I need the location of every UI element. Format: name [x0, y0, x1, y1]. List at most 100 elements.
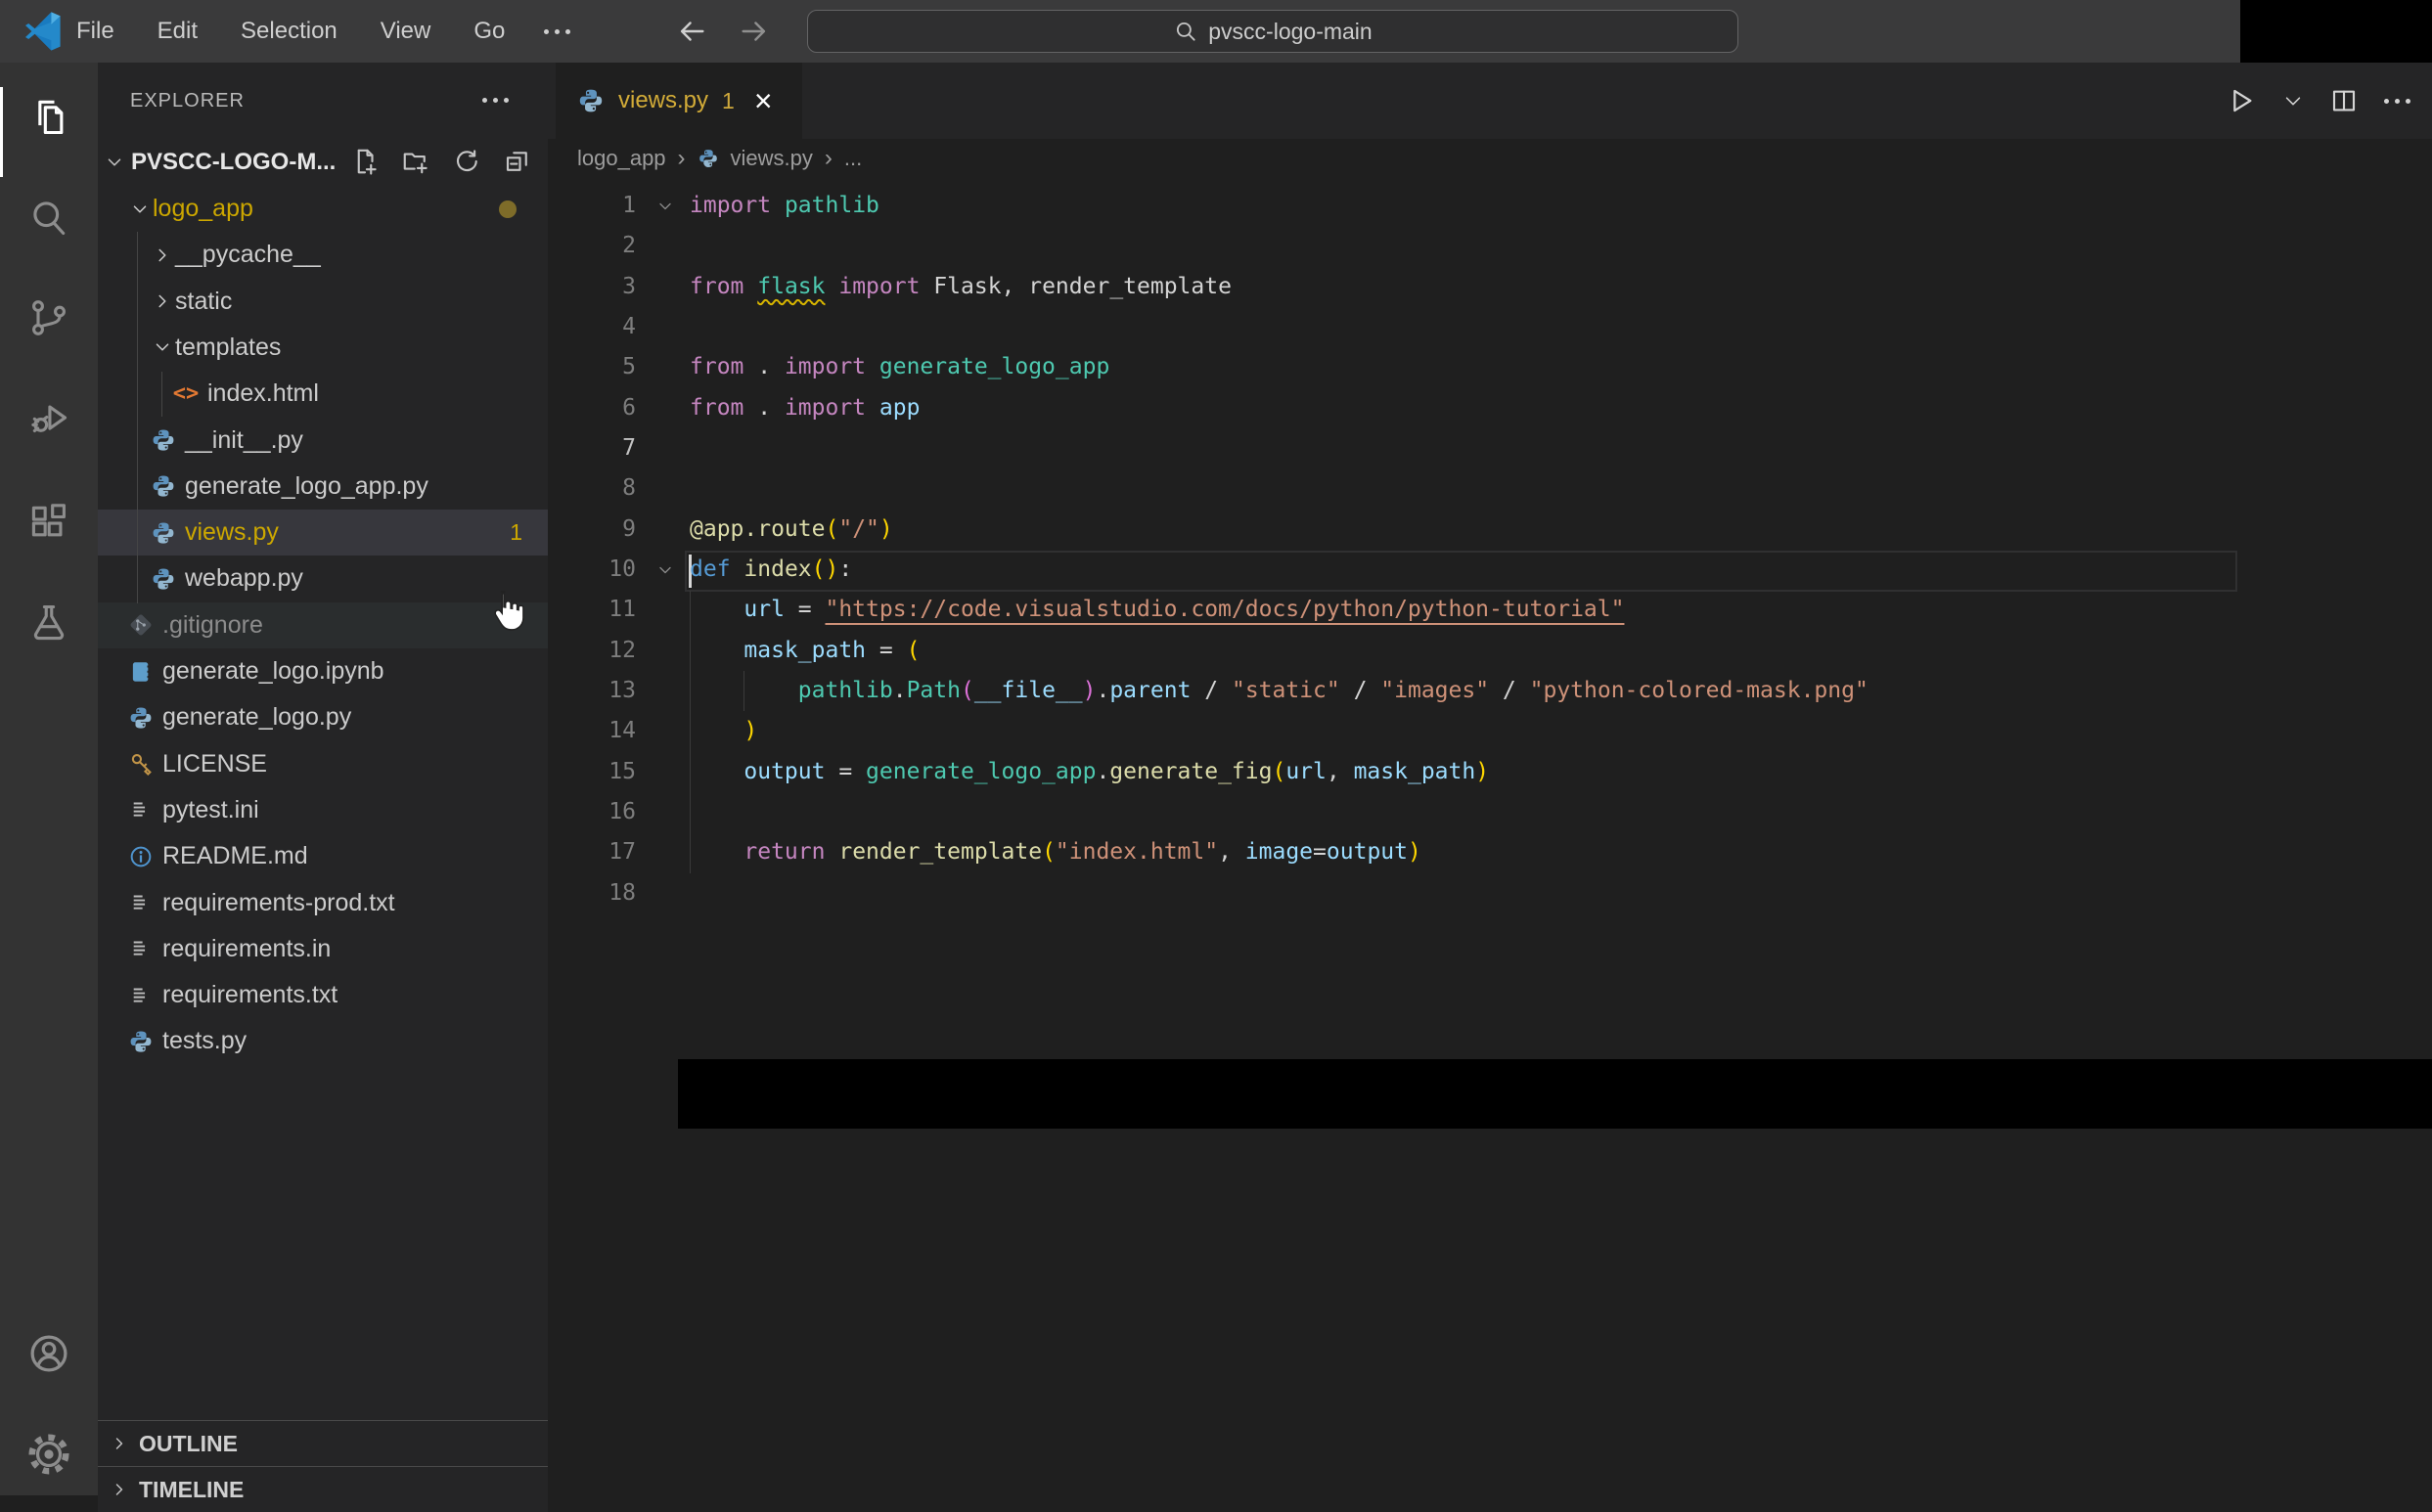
tree-indent-guide	[161, 372, 162, 417]
line-number: 1	[622, 193, 636, 218]
tree-folder-__pycache__[interactable]: __pycache__	[98, 232, 548, 278]
tree-file-index.html[interactable]: <> index.html	[98, 371, 548, 417]
breadcrumb-item[interactable]: ...	[844, 146, 862, 171]
forward-arrow-button[interactable]	[738, 15, 771, 48]
tree-file-requirements.in[interactable]: requirements.in	[98, 926, 548, 972]
tree-file-LICENSE[interactable]: LICENSE	[98, 741, 548, 787]
code-text: import pathlib	[690, 193, 879, 218]
line-number: 16	[608, 799, 636, 825]
split-editor-icon[interactable]	[2329, 86, 2359, 115]
vscode-logo-icon	[25, 12, 61, 51]
code-line-8[interactable]: 8	[548, 468, 2432, 509]
explorer-icon[interactable]	[0, 69, 98, 163]
run-python-file-icon[interactable]	[2226, 85, 2257, 116]
tab-close-icon[interactable]: ×	[754, 85, 773, 116]
tree-folder-templates[interactable]: templates	[98, 325, 548, 371]
menu-file[interactable]: File	[65, 14, 126, 49]
menu-go[interactable]: Go	[462, 14, 517, 49]
code-line-6[interactable]: 6 from . import app	[548, 388, 2432, 428]
code-line-17[interactable]: 17 return render_template("index.html", …	[548, 832, 2432, 872]
search-view-icon[interactable]	[0, 170, 98, 264]
code-line-16[interactable]: 16	[548, 792, 2432, 832]
tree-file-README.md[interactable]: README.md	[98, 833, 548, 879]
run-dropdown-chevron-icon[interactable]	[2282, 90, 2304, 111]
fold-chevron-icon[interactable]	[646, 186, 685, 226]
info-file-icon	[127, 843, 155, 870]
code-line-10[interactable]: 10 def index():	[548, 550, 2432, 590]
tree-file-.gitignore[interactable]: .gitignore	[98, 601, 548, 648]
account-icon[interactable]	[0, 1307, 98, 1401]
code-line-1[interactable]: 1 import pathlib	[548, 186, 2432, 226]
tree-file-generate_logo.py[interactable]: generate_logo.py	[98, 694, 548, 740]
source-control-icon[interactable]	[0, 271, 98, 365]
git-modified-dot	[499, 200, 517, 218]
menu-view[interactable]: View	[369, 14, 443, 49]
run-debug-icon[interactable]	[0, 372, 98, 466]
code-text: mask_path = (	[743, 637, 921, 663]
new-file-icon[interactable]	[350, 147, 380, 176]
collapse-all-icon[interactable]	[503, 147, 532, 176]
tree-item-label: generate_logo_app.py	[185, 471, 428, 500]
timeline-section-header[interactable]: TIMELINE	[98, 1466, 548, 1512]
code-line-5[interactable]: 5 from . import generate_logo_app	[548, 347, 2432, 387]
tree-file-generate_logo.ipynb[interactable]: generate_logo.ipynb	[98, 648, 548, 694]
menu-edit[interactable]: Edit	[146, 14, 209, 49]
tree-file-tests.py[interactable]: tests.py	[98, 1018, 548, 1064]
breadcrumb-item[interactable]: views.py	[731, 146, 813, 171]
code-line-18[interactable]: 18	[548, 873, 2432, 913]
breadcrumb-separator: ›	[677, 145, 686, 171]
line-number: 10	[608, 556, 636, 583]
tree-item-label: requirements.txt	[162, 981, 338, 1009]
python-file-icon	[127, 1028, 155, 1055]
fold-chevron-icon[interactable]	[646, 550, 685, 590]
line-number: 12	[608, 637, 636, 663]
tree-file-__init__.py[interactable]: __init__.py	[98, 418, 548, 464]
new-folder-icon[interactable]	[401, 147, 430, 176]
chevron-right-icon	[150, 290, 175, 312]
tree-file-requirements-prod.txt[interactable]: requirements-prod.txt	[98, 880, 548, 926]
chevron-down-icon	[127, 199, 153, 220]
line-number: 3	[622, 273, 636, 299]
code-text: from . import generate_logo_app	[690, 354, 1110, 380]
back-arrow-button[interactable]	[675, 15, 708, 48]
code-line-11[interactable]: 11 url = "https://code.visualstudio.com/…	[548, 590, 2432, 630]
code-line-9[interactable]: 9 @app.route("/")	[548, 510, 2432, 550]
code-line-2[interactable]: 2	[548, 226, 2432, 266]
command-center-search[interactable]: pvscc-logo-main	[807, 10, 1738, 53]
explorer-header: EXPLORER	[98, 63, 548, 139]
menu-more-icon[interactable]	[544, 28, 571, 34]
tree-file-views.py[interactable]: views.py 1	[98, 510, 548, 556]
tree-file-pytest.ini[interactable]: pytest.ini	[98, 787, 548, 833]
refresh-icon[interactable]	[452, 147, 481, 176]
code-line-14[interactable]: 14 )	[548, 711, 2432, 751]
tab-views-py[interactable]: views.py 1 ×	[556, 63, 802, 139]
explorer-more-actions-icon[interactable]	[482, 98, 509, 103]
code-line-15[interactable]: 15 output = generate_logo_app.generate_f…	[548, 752, 2432, 792]
tree-indent-guide	[137, 232, 138, 603]
tree-item-label: __pycache__	[175, 241, 321, 269]
code-line-13[interactable]: 13 pathlib.Path(__file__).parent / "stat…	[548, 671, 2432, 711]
tree-file-requirements.txt[interactable]: requirements.txt	[98, 972, 548, 1018]
testing-icon[interactable]	[0, 576, 98, 670]
list-file-icon	[127, 889, 155, 916]
explorer-sidebar: EXPLORER PVSCC-LOGO-M... logo_app __pycac…	[98, 63, 548, 1512]
tree-item-label: requirements.in	[162, 934, 332, 962]
outline-section-header[interactable]: OUTLINE	[98, 1420, 548, 1466]
notebook-file-icon	[127, 658, 155, 686]
settings-gear-icon[interactable]	[0, 1407, 98, 1501]
code-line-4[interactable]: 4	[548, 307, 2432, 347]
editor-more-actions-icon[interactable]	[2384, 98, 2410, 104]
tab-label: views.py	[618, 87, 709, 113]
tree-file-webapp.py[interactable]: webapp.py	[98, 556, 548, 601]
tree-folder-static[interactable]: static	[98, 279, 548, 325]
code-line-12[interactable]: 12 mask_path = (	[548, 631, 2432, 671]
breadcrumb-item[interactable]: logo_app	[577, 146, 666, 171]
python-file-icon	[150, 565, 177, 593]
code-line-7[interactable]: 7	[548, 428, 2432, 468]
extensions-icon[interactable]	[0, 475, 98, 569]
code-line-3[interactable]: 3 from flask import Flask, render_templat…	[548, 267, 2432, 307]
tree-file-generate_logo_app.py[interactable]: generate_logo_app.py	[98, 464, 548, 510]
menu-selection[interactable]: Selection	[229, 14, 349, 49]
tree-folder-logo_app[interactable]: logo_app	[98, 186, 548, 232]
tab-problems-badge: 1	[722, 87, 735, 113]
